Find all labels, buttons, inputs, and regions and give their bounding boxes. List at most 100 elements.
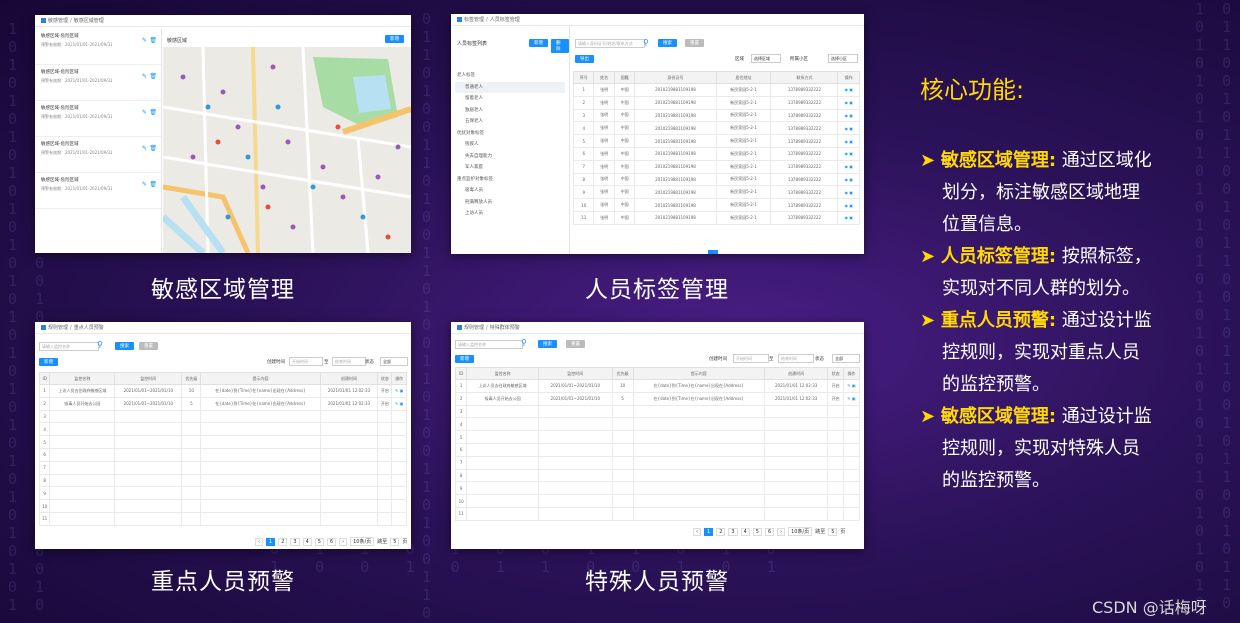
tree-node[interactable]: 失去自理能力: [455, 151, 565, 163]
edit-icon[interactable]: ✎: [847, 383, 850, 388]
tree-node[interactable]: 刑满释放人员: [455, 197, 565, 209]
search-input[interactable]: 请输入监控名称: [39, 342, 99, 351]
tree-node[interactable]: 留着老人: [455, 93, 565, 105]
view-icon[interactable]: ◉: [844, 87, 848, 92]
table-row[interactable]: 2 吸毒人员开始去公园 2021/01/01~2021/01/10 5 在{date}到…: [454, 391, 861, 406]
start-time-input[interactable]: 开始时间: [289, 357, 323, 366]
breadcrumb-item[interactable]: 规则管理: [48, 324, 68, 331]
view-icon[interactable]: ◉: [844, 177, 848, 182]
page-button[interactable]: 2: [716, 527, 726, 536]
list-item[interactable]: 敏感区域-危险区域 预警有效期：2021/01/01-2021/09/31 ✎ 🗑: [35, 137, 161, 173]
end-time-input[interactable]: 结束时间: [332, 357, 366, 366]
delete-icon[interactable]: ▣: [849, 190, 853, 195]
delete-icon[interactable]: 🗑: [149, 37, 157, 44]
table-row[interactable]: 11 张明 中国 2010219881109198 新民家园5-2-1 137898933…: [572, 210, 860, 225]
delete-icon[interactable]: ▣: [400, 401, 404, 406]
table-row[interactable]: 9 张明 中国 2010219881109198 新民家园5-2-1 1378989332…: [572, 185, 860, 200]
delete-icon[interactable]: ▣: [849, 203, 853, 208]
view-icon[interactable]: ◉: [844, 215, 848, 220]
column-header[interactable]: 居住地址: [715, 71, 772, 84]
edit-icon[interactable]: ✎: [847, 396, 850, 401]
page-button[interactable]: 3: [290, 537, 300, 546]
delete-icon[interactable]: ▣: [849, 215, 853, 220]
map-view[interactable]: [160, 46, 411, 253]
prev-page-button[interactable]: ‹: [255, 537, 263, 546]
table-row[interactable]: 1 上访人员去往政府敏感区域 2021/01/01~2021/01/10 10 在{da…: [454, 379, 861, 393]
delete-icon[interactable]: ▣: [849, 100, 853, 105]
table-row[interactable]: 3 张明 中国 2010219881109198 新民家园5-2-1 1378989332…: [572, 108, 860, 123]
column-header[interactable]: 姓名: [593, 71, 615, 84]
column-header[interactable]: 创建时间: [763, 367, 829, 380]
view-icon[interactable]: ◉: [844, 164, 848, 169]
edit-icon[interactable]: ✎: [395, 388, 398, 393]
tree-node[interactable]: 军人家庭: [455, 162, 565, 174]
page-button[interactable]: 5: [752, 527, 762, 536]
page-button[interactable]: 1: [266, 537, 276, 546]
table-row[interactable]: 4 张明 中国 2010219881109198 新民家园5-2-1 1378989332…: [572, 121, 860, 136]
tree-node[interactable]: 老人标签: [455, 70, 565, 82]
column-header[interactable]: 状态: [377, 372, 393, 385]
tree-node[interactable]: 吸毒人员: [455, 185, 565, 197]
table-row[interactable]: 1 张明 中国 2010219881109198 新民家园5-2-1 1378989332…: [572, 83, 860, 97]
column-header[interactable]: 提示内容: [200, 372, 321, 385]
table-row[interactable]: 6 张明 中国 2010219881109198 新民家园5-2-1 1378989332…: [572, 146, 860, 161]
delete-icon[interactable]: ▣: [400, 388, 404, 393]
delete-icon[interactable]: ▣: [849, 126, 853, 131]
table-row[interactable]: 5 张明 中国 2010219881109198 新民家园5-2-1 1378989332…: [572, 134, 860, 148]
tree-node[interactable]: 优抚对象标签: [455, 128, 565, 140]
delete-icon[interactable]: 🗑: [149, 109, 157, 116]
delete-icon[interactable]: ▣: [849, 164, 853, 169]
column-header[interactable]: 优先级: [181, 372, 202, 385]
column-header[interactable]: 监控时间: [114, 372, 183, 385]
community-select[interactable]: 选择小区: [828, 54, 858, 63]
next-page-button[interactable]: ›: [339, 537, 348, 546]
export-button[interactable]: 导出: [575, 55, 594, 63]
delete-icon[interactable]: ▣: [849, 151, 853, 156]
tree-node[interactable]: 残疾人: [455, 139, 565, 151]
start-time-input[interactable]: 开始时间: [733, 354, 769, 363]
jump-input[interactable]: 5: [390, 537, 400, 546]
per-page-select[interactable]: 10条/页: [350, 537, 375, 546]
column-header[interactable]: ID: [38, 372, 51, 385]
table-row[interactable]: 2 张明 中国 2010219881109198 新民家园5-2-1 1378989332…: [572, 95, 860, 110]
delete-icon[interactable]: ▣: [852, 396, 856, 401]
column-header[interactable]: ID: [454, 367, 468, 380]
edit-icon[interactable]: ✎: [142, 109, 147, 116]
delete-icon[interactable]: 🗑: [149, 73, 157, 80]
jump-input[interactable]: 5: [828, 527, 838, 536]
search-input[interactable]: 请输入身份证号/姓名/联系方式: [575, 39, 645, 48]
reset-button[interactable]: 重置: [566, 340, 585, 348]
delete-tag-button[interactable]: 删除: [551, 39, 569, 53]
page-button[interactable]: 6: [764, 527, 775, 536]
delete-icon[interactable]: ▣: [852, 383, 856, 388]
list-item[interactable]: 敏感区域-危险区域 预警有效期：2021/01/01-2021/09/31 ✎ 🗑: [35, 101, 161, 137]
breadcrumb-item[interactable]: 敏感管理: [48, 17, 68, 24]
search-icon[interactable]: ⚲: [521, 338, 527, 347]
column-header[interactable]: 操作: [837, 71, 860, 84]
tree-node[interactable]: 普通老人: [455, 81, 565, 93]
table-row[interactable]: 10 张明 中国 2010219881109198 新民家园5-2-1 137898933…: [572, 198, 860, 212]
add-rule-button[interactable]: 新增: [455, 355, 474, 363]
search-input[interactable]: 请输入监控名称: [455, 340, 523, 349]
page-button[interactable]: 3: [728, 527, 738, 536]
search-icon[interactable]: ⚲: [97, 340, 103, 349]
delete-icon[interactable]: ▣: [849, 87, 853, 92]
edit-icon[interactable]: ✎: [142, 181, 147, 188]
search-button[interactable]: 搜索: [658, 39, 677, 47]
edit-icon[interactable]: ✎: [142, 73, 147, 80]
prev-page-button[interactable]: ‹: [693, 527, 701, 536]
status-select[interactable]: 全部: [832, 354, 860, 363]
pager-active[interactable]: [708, 250, 718, 254]
table-row[interactable]: 1 上访人员去往政府敏感区域 2021/01/01~2021/01/10 10 在{da…: [38, 384, 407, 398]
column-header[interactable]: 监控名称: [49, 372, 116, 385]
status-select[interactable]: 全部: [380, 357, 408, 366]
page-button[interactable]: 4: [302, 537, 312, 546]
column-header[interactable]: 优先级: [611, 367, 634, 380]
table-row[interactable]: 2 吸毒人员开始去公园 2021/01/01~2021/01/10 5 在{date}到…: [38, 396, 407, 411]
search-icon[interactable]: ⚲: [643, 38, 649, 47]
page-button[interactable]: 6: [326, 537, 337, 546]
reset-button[interactable]: 重置: [685, 39, 704, 47]
column-header[interactable]: 联系方式: [770, 71, 839, 84]
list-item[interactable]: 敏感区域-危险区域 预警有效期：2021/01/01-2021/09/31 ✎ 🗑: [35, 29, 161, 65]
page-button[interactable]: 5: [314, 537, 324, 546]
